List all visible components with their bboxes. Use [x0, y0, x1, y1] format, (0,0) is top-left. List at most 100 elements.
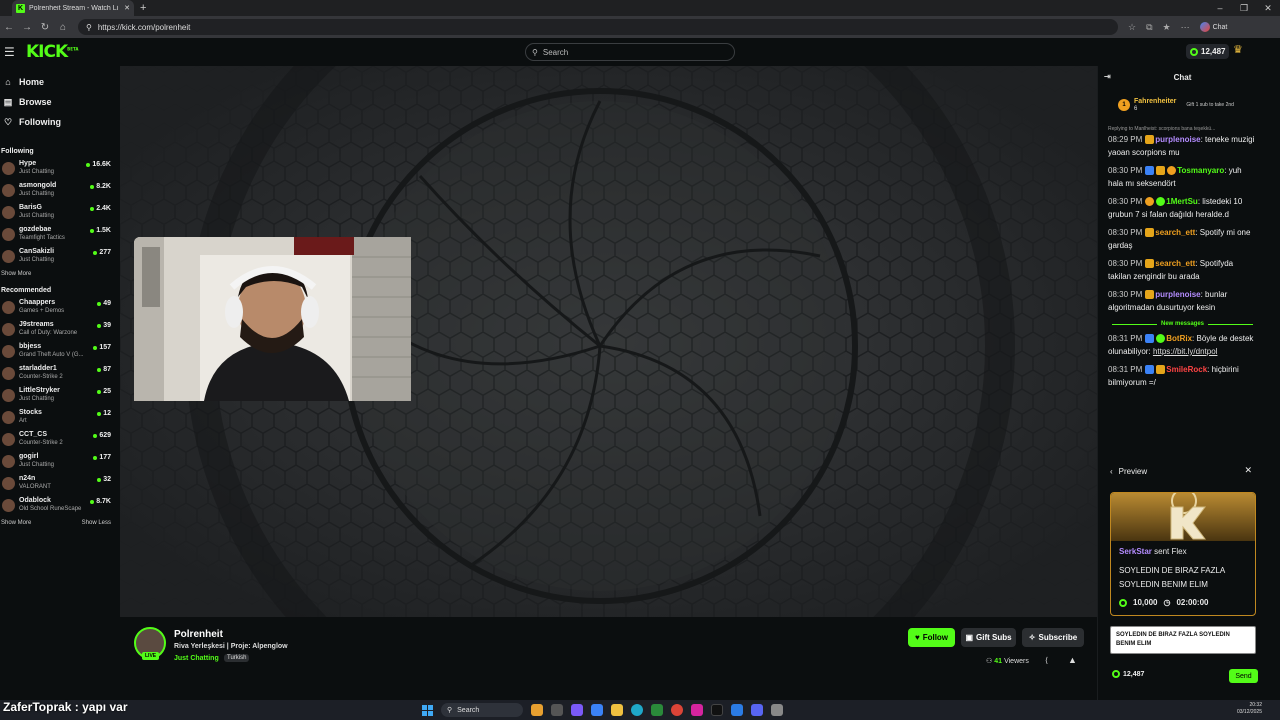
- back-icon[interactable]: ‹: [1110, 467, 1113, 476]
- channel-category: Just Chatting: [19, 213, 55, 219]
- favorites-icon[interactable]: ★: [1163, 22, 1171, 33]
- sidebar-channel[interactable]: BarisG Just Chatting 2.4K: [0, 201, 119, 223]
- site-info-icon[interactable]: ⚲: [86, 23, 92, 32]
- back-icon[interactable]: ←: [0, 22, 18, 33]
- collapse-chat-icon[interactable]: ⇥: [1104, 72, 1111, 81]
- sidebar-channel[interactable]: gogirl Just Chatting 177: [0, 450, 119, 472]
- card-message: SOYLEDIN DE BIRAZ FAZLA SOYLEDIN BENIM E…: [1119, 566, 1225, 589]
- sidebar-channel[interactable]: n24n VALORANT 32: [0, 472, 119, 494]
- streamer-name[interactable]: Polrenheit: [174, 629, 223, 640]
- search-input[interactable]: ⚲ Search: [525, 43, 735, 61]
- message-username[interactable]: search_ett: [1155, 259, 1195, 268]
- sidebar-channel[interactable]: CanSakizli Just Chatting 277: [0, 245, 119, 267]
- widget-icon[interactable]: [531, 704, 543, 716]
- new-messages-divider[interactable]: New messages: [1108, 319, 1257, 329]
- channel-category: Old School RuneScape: [19, 506, 82, 512]
- message-username[interactable]: purplenoise: [1155, 290, 1200, 299]
- sidebar-channel[interactable]: LittleStryker Just Chatting 25: [0, 384, 119, 406]
- extensions-icon[interactable]: ⧉: [1146, 22, 1152, 33]
- kicks-flex-card: SerkStar sent Flex SOYLEDIN DE BIRAZ FAZ…: [1110, 492, 1256, 616]
- reload-icon[interactable]: ↻: [36, 22, 54, 33]
- message-username[interactable]: 1MertSu: [1166, 197, 1198, 206]
- report-icon[interactable]: ▲: [1068, 655, 1077, 665]
- hamburger-menu-icon[interactable]: ☰: [4, 45, 20, 59]
- sidebar-channel[interactable]: Chaappers Games + Demos 49: [0, 296, 119, 318]
- channel-name: CCT_CS: [19, 431, 48, 438]
- copilot-icon[interactable]: [571, 704, 583, 716]
- chrome-icon[interactable]: [671, 704, 683, 716]
- sidebar-channel[interactable]: Stocks Art 12: [0, 406, 119, 428]
- chat-points[interactable]: 12,487: [1112, 670, 1144, 678]
- tiktok-icon[interactable]: [711, 704, 723, 716]
- follow-button[interactable]: ♥ Follow: [908, 628, 955, 647]
- card-sender[interactable]: SerkStar: [1119, 547, 1152, 556]
- windows-start-icon[interactable]: [422, 704, 433, 716]
- gift-subs-button[interactable]: ▣ Gift Subs: [961, 628, 1016, 647]
- sidebar-channel[interactable]: CCT_CS Counter-Strike 2 629: [0, 428, 119, 450]
- message-time: 08:31 PM: [1108, 334, 1143, 343]
- taskbar-search[interactable]: ⚲ Search: [441, 703, 523, 717]
- show-more-button[interactable]: Show More: [1, 520, 31, 526]
- new-tab-icon[interactable]: +: [140, 2, 146, 14]
- sidebar-channel[interactable]: asmongold Just Chatting 8.2K: [0, 179, 119, 201]
- channel-avatar: [2, 476, 15, 490]
- chat-messages[interactable]: Replying to Manlheist: scorpions bana te…: [1098, 122, 1267, 450]
- home-browser-icon[interactable]: ⌂: [54, 22, 72, 33]
- chat-points-value: 12,487: [1123, 670, 1145, 678]
- sidebar-channel[interactable]: J9streams Call of Duty: Warzone 39: [0, 318, 119, 340]
- store-icon[interactable]: [591, 704, 603, 716]
- card-duration: 02:00:00: [1176, 598, 1209, 607]
- send-button[interactable]: Send: [1229, 669, 1258, 683]
- share-icon[interactable]: ⟨: [1045, 656, 1048, 665]
- stream-category[interactable]: Just Chatting: [174, 655, 219, 662]
- browser-tab[interactable]: K Polrenheit Stream - Watch Li ✕: [12, 0, 134, 16]
- gift-leaderboard[interactable]: 1 Fahrenheiter 6 Gift 1 sub to take 2nd: [1098, 88, 1267, 122]
- url-field[interactable]: ⚲ https://kick.com/polrenheit: [78, 19, 1118, 35]
- task-view-icon[interactable]: [551, 704, 563, 716]
- nav-home[interactable]: ⌂ Home: [0, 72, 119, 92]
- sidebar-channel[interactable]: Hype Just Chatting 16.6K: [0, 157, 119, 179]
- user-badge-icon: [1156, 197, 1166, 207]
- sidebar-channel[interactable]: Odablock Old School RuneScape 8.7K: [0, 494, 119, 516]
- edge-icon[interactable]: [631, 704, 643, 716]
- nav-browse[interactable]: ▤ Browse: [0, 92, 119, 112]
- settings-icon[interactable]: [771, 704, 783, 716]
- message-username[interactable]: BotRix: [1166, 334, 1192, 343]
- kick-logo[interactable]: KICKBETA: [26, 42, 78, 62]
- bookmark-star-icon[interactable]: ☆: [1128, 22, 1136, 33]
- profile-avatar[interactable]: ♛: [1233, 43, 1243, 56]
- forward-icon[interactable]: →: [18, 22, 36, 33]
- show-more-button[interactable]: Show More: [1, 271, 31, 277]
- message-link[interactable]: https://bit.ly/dntpol: [1153, 347, 1217, 356]
- sidebar-channel[interactable]: gozdebae Teamfight Tactics 1.5K: [0, 223, 119, 245]
- discord-icon[interactable]: [751, 704, 763, 716]
- message-username[interactable]: search_ett: [1155, 228, 1195, 237]
- subscribe-button[interactable]: ✧ Subscribe: [1022, 628, 1084, 647]
- todo-icon[interactable]: [731, 704, 743, 716]
- channel-avatar: [2, 344, 15, 358]
- page-scrollbar[interactable]: [1267, 66, 1280, 700]
- sidebar-channel[interactable]: bbjess Grand Theft Auto V (G... 157: [0, 340, 119, 362]
- message-username[interactable]: Tosmanyaro: [1177, 166, 1224, 175]
- close-window-icon[interactable]: ✕: [1256, 0, 1280, 16]
- taskbar-clock[interactable]: 20:32 03/12/2025: [1237, 702, 1262, 716]
- message-username[interactable]: SmileRock: [1166, 365, 1207, 374]
- channel-avatar: [2, 388, 15, 402]
- sidebar-channel[interactable]: starladder1 Counter-Strike 2 87: [0, 362, 119, 384]
- close-tab-icon[interactable]: ✕: [124, 4, 130, 12]
- nav-following[interactable]: ♡ Following: [0, 112, 119, 132]
- spotify-icon[interactable]: [651, 704, 663, 716]
- show-less-button[interactable]: Show Less: [82, 520, 111, 526]
- heart-icon: ♡: [3, 116, 13, 127]
- instagram-icon[interactable]: [691, 704, 703, 716]
- stream-tag[interactable]: Turkish: [224, 654, 250, 662]
- file-explorer-icon[interactable]: [611, 704, 623, 716]
- maximize-icon[interactable]: ❐: [1232, 0, 1256, 16]
- close-icon[interactable]: ✕: [1244, 465, 1252, 476]
- message-username[interactable]: purplenoise: [1155, 135, 1200, 144]
- menu-icon[interactable]: ⋯: [1181, 22, 1190, 33]
- points-chip[interactable]: 12,487: [1186, 44, 1230, 59]
- minimize-icon[interactable]: –: [1208, 0, 1232, 16]
- chat-message-input[interactable]: SOYLEDIN DE BIRAZ FAZLA SOYLEDIN BENIM E…: [1110, 626, 1256, 654]
- chat-chip[interactable]: Chat: [1199, 22, 1227, 32]
